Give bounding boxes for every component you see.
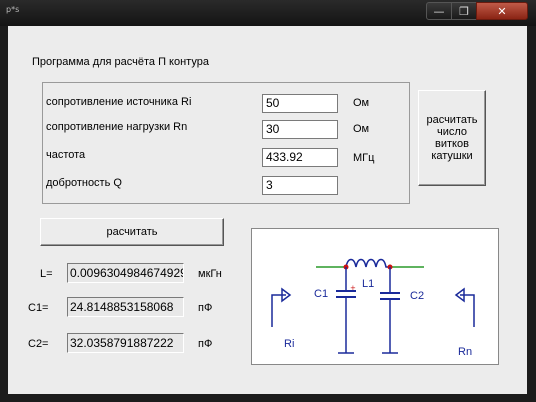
result-c2-label: C2= [28, 338, 49, 350]
ri-arrow [271, 287, 292, 327]
result-l-field[interactable]: 0.00963049846749298 [67, 263, 184, 283]
calc-coil-turns-button[interactable]: расчитать число витков катушки [418, 90, 486, 186]
c1-label: C1 [314, 288, 328, 300]
ri-label: Ri [284, 338, 294, 350]
minimize-button[interactable]: — [426, 2, 452, 20]
source-resistance-unit: Ом [353, 97, 370, 109]
pi-network-schematic: + C1 L1 C2 Ri Rn [251, 228, 499, 365]
calculate-button[interactable]: расчитать [40, 218, 224, 246]
result-c1-field[interactable]: 24.8148853158068 [67, 297, 184, 317]
result-c2-field[interactable]: 32.0358791887222 [67, 333, 184, 353]
result-c2-unit: пФ [198, 338, 213, 350]
result-l-label: L= [40, 268, 53, 280]
load-resistance-unit: Ом [353, 123, 370, 135]
c2-label: C2 [410, 290, 424, 302]
l1-label: L1 [362, 278, 374, 290]
app-icon: p*s [6, 5, 20, 14]
rn-arrow [454, 287, 475, 327]
result-l-unit: мкГн [198, 268, 222, 280]
close-button[interactable]: ✕ [476, 2, 528, 20]
program-title: Программа для расчёта П контура [32, 56, 209, 68]
c1-plus-sign: + [350, 284, 356, 292]
inductor-l1 [345, 258, 390, 268]
source-resistance-input[interactable]: 50 [262, 94, 338, 113]
result-c1-unit: пФ [198, 302, 213, 314]
load-resistance-label: сопротивление нагрузки Rn [46, 121, 188, 133]
result-c1-label: C1= [28, 302, 49, 314]
frequency-unit: МГц [353, 152, 375, 164]
maximize-button[interactable]: ❐ [451, 2, 477, 20]
quality-factor-label: добротность Q [46, 177, 122, 189]
rn-label: Rn [458, 346, 472, 358]
schematic-svg: + C1 L1 C2 Ri Rn [271, 258, 475, 358]
load-resistance-input[interactable]: 30 [262, 120, 338, 139]
frequency-input[interactable]: 433.92 [262, 148, 338, 167]
form-client-area: Программа для расчёта П контура сопротив… [8, 26, 527, 394]
quality-factor-input[interactable]: 3 [262, 176, 338, 195]
frequency-label: частота [46, 149, 86, 161]
title-bar[interactable]: p*s — ❐ ✕ [0, 0, 536, 26]
app-window: p*s — ❐ ✕ Программа для расчёта П контур… [0, 0, 536, 402]
source-resistance-label: сопротивление источника Ri [46, 96, 192, 108]
